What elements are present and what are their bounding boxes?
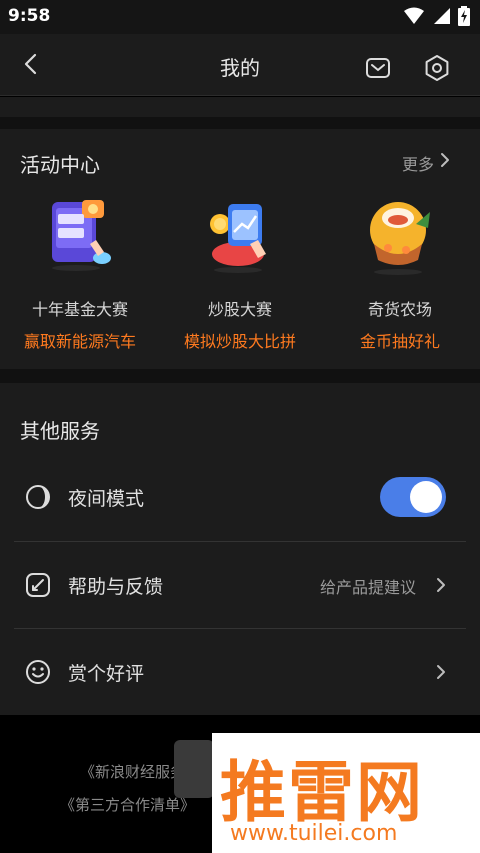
rate-app-row[interactable]: 赏个好评 bbox=[0, 628, 480, 716]
status-bar: 9:58 bbox=[0, 0, 480, 34]
chevron-right-icon bbox=[437, 578, 445, 592]
activity-promo: 金币抽好礼 bbox=[359, 332, 440, 351]
activity-promo: 赢取新能源汽车 bbox=[23, 332, 136, 351]
night-mode-label: 夜间模式 bbox=[68, 488, 145, 510]
toggle-knob bbox=[410, 481, 442, 513]
activity-item-farm[interactable]: 奇货农场 金币抽好礼 bbox=[320, 194, 480, 352]
settings-gear-icon[interactable] bbox=[423, 54, 451, 82]
battery-charging-icon bbox=[458, 6, 470, 26]
activity-name: 炒股大赛 bbox=[207, 300, 272, 319]
night-mode-toggle[interactable] bbox=[380, 477, 446, 517]
chevron-right-icon bbox=[437, 665, 445, 679]
status-icons bbox=[404, 6, 470, 26]
watermark-url: www.tuilei.com bbox=[230, 821, 398, 846]
more-label[interactable]: 更多 bbox=[402, 151, 434, 175]
services-header: 其他服务 bbox=[20, 419, 100, 443]
suggestion-hint: 给产品提建议 bbox=[319, 578, 416, 597]
activity-name: 奇货农场 bbox=[367, 300, 432, 319]
third-party-list-link[interactable]: 《第三方合作清单》 bbox=[60, 794, 195, 815]
section-gap bbox=[0, 369, 480, 383]
top-nav-bar: 我的 bbox=[0, 34, 480, 96]
profile-strip bbox=[0, 97, 480, 117]
other-services-section: 其他服务 夜间模式 帮助与反馈 给产品提建议 赏个好评 bbox=[0, 383, 480, 715]
activity-header: 活动中心 bbox=[20, 153, 100, 177]
night-mode-row: 夜间模式 bbox=[0, 453, 480, 541]
help-feedback-row[interactable]: 帮助与反馈 给产品提建议 bbox=[0, 541, 480, 629]
mail-icon[interactable] bbox=[364, 54, 392, 82]
fund-contest-icon bbox=[52, 200, 111, 271]
help-feedback-label: 帮助与反馈 bbox=[68, 576, 164, 598]
help-feedback-icon bbox=[26, 573, 50, 597]
activity-item-stock-contest[interactable]: 炒股大赛 模拟炒股大比拼 bbox=[160, 194, 320, 352]
activity-name: 十年基金大赛 bbox=[31, 300, 128, 319]
night-mode-icon bbox=[26, 485, 50, 509]
activity-center-section: 活动中心 更多 十年基金大赛 赢取新能源汽车 炒股大赛 模拟炒股大比拼 奇货农场… bbox=[0, 129, 480, 369]
chevron-right-icon bbox=[441, 153, 449, 167]
activity-item-fund-contest[interactable]: 十年基金大赛 赢取新能源汽车 bbox=[0, 194, 160, 352]
page-title: 我的 bbox=[220, 56, 260, 80]
activity-promo: 模拟炒股大比拼 bbox=[183, 332, 296, 351]
farm-icon bbox=[370, 202, 430, 275]
watermark-logo bbox=[174, 740, 214, 798]
signal-icon bbox=[434, 8, 450, 24]
smile-icon bbox=[26, 660, 50, 684]
stock-contest-icon bbox=[210, 204, 266, 273]
section-gap bbox=[0, 117, 480, 129]
status-time: 9:58 bbox=[8, 6, 51, 26]
rate-app-label: 赏个好评 bbox=[68, 663, 145, 685]
wifi-icon bbox=[404, 7, 424, 24]
watermark: 推雷网 www.tuilei.com bbox=[212, 733, 480, 853]
